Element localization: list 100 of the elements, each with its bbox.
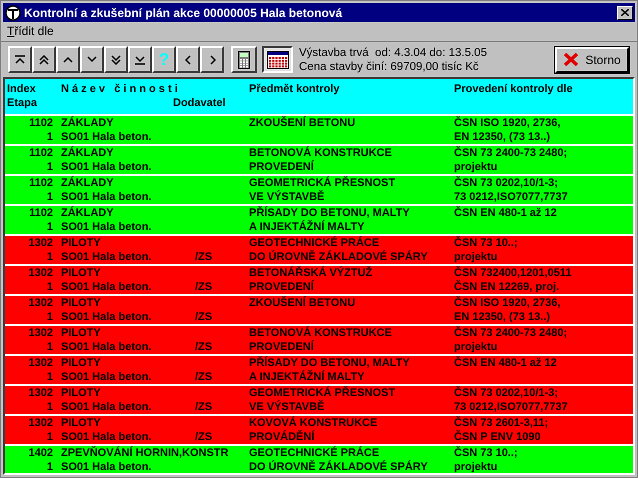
table-row[interactable]: 1102 ZÁKLADY ZKOUŠENÍ BETONU ČSN ISO 1920, 2736, 1 SO01 Hala beton. EN 12350, (73 13..) — [5, 116, 633, 144]
table-cell-text: ZÁKLADY — [60, 146, 115, 160]
table-cell-text: projektu — [454, 250, 498, 264]
table-cell-text: 1 — [46, 280, 53, 294]
table-cell-text: PILOTY — [60, 416, 102, 430]
table-cell-text: ČSN ISO 1920, 2736, — [454, 296, 562, 310]
double-chevron-up-icon — [38, 54, 50, 64]
table-cell-text: SO01 Hala beton. — [61, 280, 152, 294]
table-row[interactable]: 1102 ZÁKLADY BETONOVÁ KONSTRUKCE ČSN 73 2400-73 2480; 1 SO01 Hala beton. PROVEDENÍ projektu — [5, 146, 633, 174]
table-row[interactable]: 1302 PILOTY PŘÍSADY DO BETONU, MALTY ČSN EN 480-1 až 12 1 SO01 Hala beton. /ZS A INJEKTÁŽNÍ MALTY — [5, 356, 633, 384]
chevron-left-icon — [184, 54, 192, 66]
table-cell-text: 1102 — [28, 176, 53, 190]
chevron-right-icon — [208, 54, 216, 66]
cancel-button[interactable]: Storno — [555, 46, 629, 72]
table-cell-text: PILOTY — [60, 326, 102, 340]
table-cell-text: PILOTY — [60, 266, 102, 280]
column-header: Provedení kontroly dle — [454, 82, 574, 96]
table-cell-text: SO01 Hala beton. — [61, 310, 152, 324]
table-row[interactable]: 1302 PILOTY KOVOVÁ KONSTRUKCE ČSN 73 2601-3,11; 1 SO01 Hala beton. /ZS PROVÁDĚNÍ ČSN P ENV 1090 — [5, 416, 633, 444]
table-cell-text: ČSN EN 12269, proj. — [454, 280, 560, 294]
table-row[interactable]: 1302 PILOTY ZKOUŠENÍ BETONU ČSN ISO 1920, 2736, 1 SO01 Hala beton. /ZS EN 12350, (73 13..) — [5, 296, 633, 324]
table-cell-text: 73 0212,ISO7077,7737 — [454, 190, 569, 204]
table-cell-text: SO01 Hala beton. — [61, 130, 152, 144]
table-row[interactable]: 1402 ZPEVŇOVÁNÍ HORNIN,KONSTR GEOTECHNICKÉ PRÁCE ČSN 73 10..; 1 SO01 Hala beton. DO ÚROVNĚ ZÁKLADOVÉ SPÁRY projektu — [5, 446, 633, 473]
table-cell-text: EN 12350, (73 13..) — [454, 310, 552, 324]
table-cell-text: 1 — [46, 160, 53, 174]
column-header: Dodavatel — [172, 96, 227, 110]
table-cell-text: 1302 — [28, 326, 53, 340]
table-cell-text: PROVEDENÍ — [249, 160, 315, 174]
table-cell-text: SO01 Hala beton. — [61, 460, 152, 473]
table-cell-text: ČSN 73 10..; — [454, 236, 519, 250]
chevron-down-icon — [86, 56, 98, 63]
table-row[interactable]: 1302 PILOTY BETONÁŘSKÁ VÝZTUŽ ČSN 732400,1201,0511 1 SO01 Hala beton. /ZS PROVEDENÍ ČSN EN 12269, proj. — [5, 266, 633, 294]
table-cell-text: 1 — [46, 430, 53, 444]
table-cell-text: 73 0212,ISO7077,7737 — [454, 400, 569, 414]
table-cell-text: ČSN 73 2400-73 2480; — [454, 146, 568, 160]
table-cell-text: 1302 — [28, 296, 53, 310]
column-header: Předmět kontroly — [249, 82, 340, 96]
table-cell-text: projektu — [454, 340, 498, 354]
double-chevron-down-icon — [110, 54, 122, 64]
table-cell-text: SO01 Hala beton. — [61, 220, 152, 234]
table-cell-text: 1 — [46, 250, 53, 264]
table-cell-text: ZÁKLADY — [60, 116, 115, 130]
table-cell-text: ZKOUŠENÍ BETONU — [249, 296, 356, 310]
table-cell-text: 1302 — [28, 386, 53, 400]
table-cell-text: ČSN 73 2601-3,11; — [454, 416, 550, 430]
calendar-icon — [266, 50, 288, 68]
table-cell-text: projektu — [454, 460, 498, 473]
table-cell-text: VE VÝSTAVBĚ — [249, 400, 326, 414]
table-cell-text: PILOTY — [60, 356, 102, 370]
toolbar-button[interactable] — [262, 46, 293, 73]
table-cell-text: 1 — [46, 460, 53, 473]
table-cell: /ZS — [195, 250, 212, 264]
table-cell-text: ZÁKLADY — [60, 176, 115, 190]
table-cell-text: 1 — [46, 400, 53, 414]
table-cell-text: SO01 Hala beton. — [61, 370, 152, 384]
table-cell: /ZS — [195, 280, 212, 294]
cross-icon — [563, 52, 580, 67]
table-cell-text: PROVEDENÍ — [249, 280, 315, 294]
table-cell-text: 1 — [46, 220, 53, 234]
table-cell-text: DO ÚROVNĚ ZÁKLADOVÉ SPÁRY — [249, 460, 429, 473]
table-row[interactable]: 1302 PILOTY GEOMETRICKÁ PŘESNOST ČSN 73 0202,10/1-3; 1 SO01 Hala beton. /ZS VE VÝSTAVBĚ 73 0212,ISO7077,7737 — [5, 386, 633, 414]
table-cell: /ZS — [195, 370, 212, 384]
column-header: Etapa — [7, 96, 38, 110]
table-cell-text: ČSN 73 2400-73 2480; — [454, 326, 568, 340]
table-row[interactable]: 1102 ZÁKLADY GEOMETRICKÁ PŘESNOST ČSN 73 0202,10/1-3; 1 SO01 Hala beton. VE VÝSTAVBĚ 73 0212,ISO7077,7737 — [5, 176, 633, 204]
table-cell-text: ČSN EN 480-1 až 12 — [454, 206, 558, 220]
info-text: Výstavba trvá od: 4.3.04 do: 13.5.05 — [299, 46, 488, 60]
table-cell-text: EN 12350, (73 13..) — [454, 130, 552, 144]
table-cell: /ZS — [195, 310, 212, 324]
table-cell-text: GEOMETRICKÁ PŘESNOST — [249, 386, 396, 400]
table-cell-text: 1102 — [28, 146, 53, 160]
table-cell-text: DO ÚROVNĚ ZÁKLADOVÉ SPÁRY — [249, 250, 429, 264]
table-cell-text: SO01 Hala beton. — [61, 160, 152, 174]
table-cell-text: GEOTECHNICKÉ PRÁCE — [249, 236, 380, 250]
table-cell-text: SO01 Hala beton. — [61, 340, 152, 354]
close-button[interactable] — [617, 6, 633, 20]
table-cell-text: ČSN 73 10..; — [454, 446, 519, 460]
table-cell-text: SO01 Hala beton. — [61, 190, 152, 204]
table-cell-text: 1302 — [28, 266, 53, 280]
table-row[interactable]: 1102 ZÁKLADY PŘÍSADY DO BETONU, MALTY ČSN EN 480-1 až 12 1 SO01 Hala beton. A INJEKTÁŽNÍ MALTY — [5, 206, 633, 234]
table-cell-text: 1 — [46, 310, 53, 324]
table-cell-text: 1302 — [28, 356, 53, 370]
table-cell-text: PILOTY — [60, 296, 102, 310]
table-cell: /ZS — [195, 430, 212, 444]
close-icon — [621, 9, 629, 16]
info-text: Cena stavby činí: 69709,00 tisíc Kč — [299, 60, 480, 74]
table-cell-text: GEOTECHNICKÉ PRÁCE — [249, 446, 380, 460]
table-cell: /ZS — [195, 340, 212, 354]
table-cell-text: ZÁKLADY — [60, 206, 115, 220]
first-record-icon — [14, 54, 26, 64]
table-row[interactable]: 1302 PILOTY GEOTECHNICKÉ PRÁCE ČSN 73 10..; 1 SO01 Hala beton. /ZS DO ÚROVNĚ ZÁKLADOVÉ SPÁRY projektu — [5, 236, 633, 264]
table-cell-text: SO01 Hala beton. — [61, 430, 152, 444]
menu-item[interactable]: Třídit dle — [7, 22, 54, 40]
table-cell-text: ČSN ISO 1920, 2736, — [454, 116, 562, 130]
table-cell-text: BETONÁŘSKÁ VÝZTUŽ — [249, 266, 374, 280]
table-cell-text: ČSN 732400,1201,0511 — [454, 266, 572, 280]
table-cell-text: SO01 Hala beton. — [61, 250, 152, 264]
table-cell-text: PROVEDENÍ — [249, 340, 315, 354]
table-row[interactable]: 1302 PILOTY BETONOVÁ KONSTRUKCE ČSN 73 2400-73 2480; 1 SO01 Hala beton. /ZS PROVEDENÍ projektu — [5, 326, 633, 354]
